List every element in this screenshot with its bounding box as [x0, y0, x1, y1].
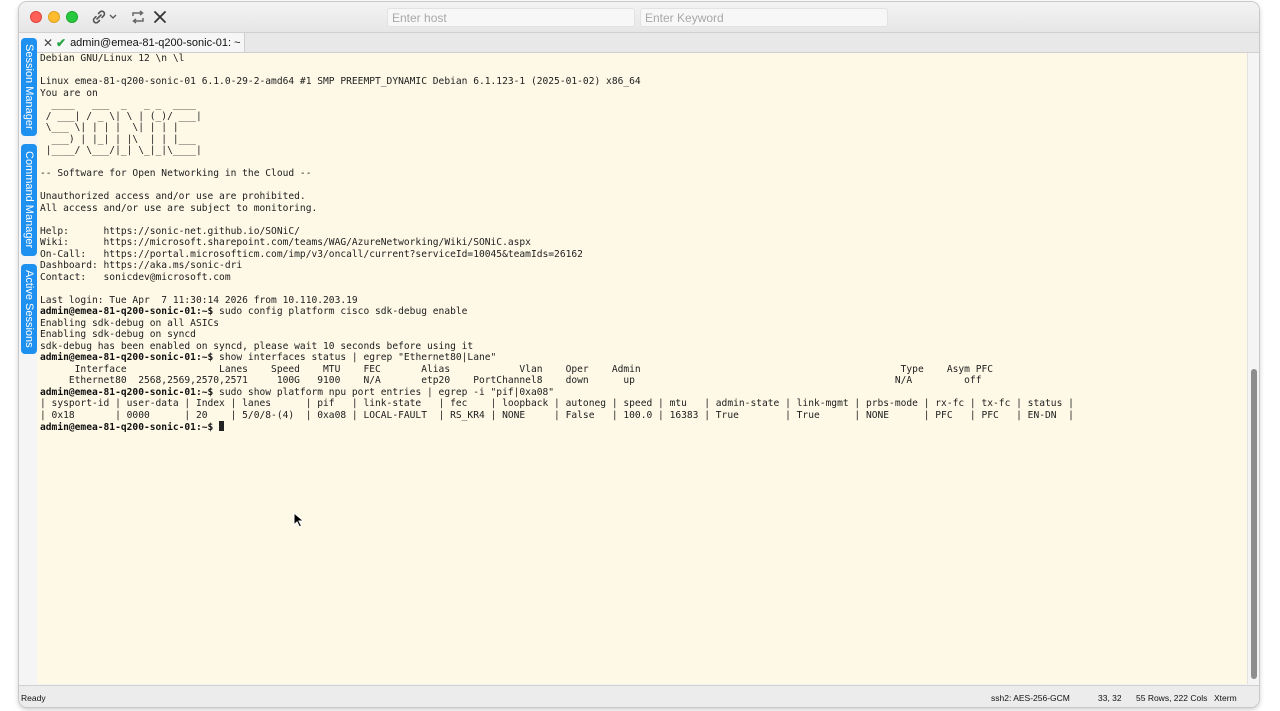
connected-check-icon: ✔	[56, 35, 67, 50]
keyword-input[interactable]	[640, 8, 888, 27]
shell-prompt: admin@emea-81-q200-sonic-01:~$	[40, 386, 214, 398]
command-line: admin@emea-81-q200-sonic-01:~$ show inte…	[40, 352, 1074, 364]
terminal-scrollbar[interactable]	[1247, 53, 1259, 684]
shell-prompt: admin@emea-81-q200-sonic-01:~$	[40, 306, 214, 317]
output-line: sdk-debug has been enabled on syncd, ple…	[40, 341, 1074, 353]
terminal-line: On-Call: https://portal.microsofticm.com…	[40, 248, 583, 260]
output-line: | 0x18 | 0000 | 20 | 5/0/8-(4) | 0xa08 |…	[40, 410, 1074, 422]
terminal-line: Contact: sonicdev@microsoft.com	[40, 271, 231, 283]
command-line: admin@emea-81-q200-sonic-01:~$	[40, 421, 1074, 433]
status-cursor-position: 33, 32	[1098, 693, 1122, 703]
status-terminal-size: 55 Rows, 222 Cols	[1136, 693, 1208, 703]
output-line: Ethernet80 2568,2569,2570,2571 100G 9100…	[40, 375, 1074, 387]
text-cursor	[219, 421, 225, 431]
status-terminal-type: Xterm	[1214, 693, 1237, 703]
screen: Session Manager Command Manager Active S…	[0, 0, 1280, 711]
side-tab-command-manager[interactable]: Command Manager	[21, 144, 37, 256]
close-window-button[interactable]	[30, 11, 42, 23]
host-input[interactable]	[387, 8, 635, 27]
command-text: show interfaces status | egrep "Ethernet…	[213, 352, 497, 363]
output-line: Enabling sdk-debug on syncd	[40, 329, 1074, 341]
title-bar	[19, 2, 1259, 33]
output-text: sdk-debug has been enabled on syncd, ple…	[40, 340, 474, 352]
mouse-pointer-icon	[293, 512, 305, 528]
close-tab-icon[interactable]: ✕	[42, 36, 54, 50]
side-tab-label: Session Manager	[23, 44, 35, 130]
output-text: | sysport-id | user-data | Index | lanes…	[40, 398, 1074, 409]
output-text: Enabling sdk-debug on syncd	[40, 329, 196, 340]
minimize-window-button[interactable]	[48, 11, 60, 23]
side-tab-label: Command Manager	[23, 151, 35, 249]
status-ready: Ready	[21, 693, 46, 703]
shell-prompt: admin@emea-81-q200-sonic-01:~$	[40, 352, 214, 363]
terminal-line: Dashboard: https://aka.ms/sonic-dri	[40, 260, 243, 271]
terminal-line: You are on	[40, 87, 98, 99]
terminal-line: Wiki: https://microsoft.sharepoint.com/t…	[40, 237, 531, 248]
chevron-down-icon	[109, 14, 117, 19]
link-menu-button[interactable]	[89, 7, 119, 27]
terminal-line: Linux emea-81-q200-sonic-01 6.1.0-29-2-a…	[40, 76, 641, 87]
output-text: Ethernet80 2568,2569,2570,2571 100G 9100…	[40, 375, 982, 386]
side-tab-label: Active Sessions	[23, 270, 35, 348]
output-text: | 0x18 | 0000 | 20 | 5/0/8-(4) | 0xa08 |…	[40, 409, 1074, 421]
terminal-line: ___) | |_| | |\ | | |___	[40, 133, 196, 145]
status-cipher: ssh2: AES-256-GCM	[991, 693, 1070, 703]
reconnect-icon	[132, 10, 144, 24]
terminal-line: / ___| / _ \| \ | (_)/ ___|	[40, 110, 202, 122]
disconnect-button[interactable]	[151, 7, 169, 27]
output-text: Interface Lanes Speed MTU FEC Alias Vlan…	[40, 363, 994, 375]
terminal-line: Debian GNU/Linux 12 \n \l	[40, 53, 185, 64]
terminal-line: Unauthorized access and/or use are prohi…	[40, 191, 306, 202]
session-tab-title: admin@emea-81-q200-sonic-01: ~	[70, 36, 241, 49]
command-line: admin@emea-81-q200-sonic-01:~$ sudo show…	[40, 387, 1074, 399]
command-line: admin@emea-81-q200-sonic-01:~$ sudo conf…	[40, 306, 1074, 318]
link-icon	[92, 10, 106, 24]
status-bar: Ready ssh2: AES-256-GCM 33, 32 55 Rows, …	[19, 685, 1259, 707]
terminal-line: -- Software for Open Networking in the C…	[40, 168, 312, 179]
output-line: Interface Lanes Speed MTU FEC Alias Vlan…	[40, 364, 1074, 376]
close-icon	[154, 11, 166, 23]
terminal-output[interactable]: Debian GNU/Linux 12 \n \l Linux emea-81-q…	[37, 53, 1247, 684]
terminal-window: Session Manager Command Manager Active S…	[19, 2, 1259, 707]
side-tab-session-manager[interactable]: Session Manager	[21, 38, 37, 136]
terminal-line: All access and/or use are subject to mon…	[40, 202, 318, 214]
terminal-line: \___ \| | | | \| | | |	[40, 122, 179, 133]
terminal-line: Last login: Tue Apr 7 11:30:14 2026 from…	[40, 294, 358, 306]
terminal-line: ____ ___ _ _ _ ____	[40, 99, 196, 110]
maximize-window-button[interactable]	[66, 11, 78, 23]
shell-prompt: admin@emea-81-q200-sonic-01:~$	[40, 422, 214, 433]
terminal-line: |____/ \___/|_| \_|_|\____|	[40, 145, 202, 156]
terminal-line: Help: https://sonic-net.github.io/SONiC/	[40, 225, 300, 237]
command-text: sudo show platform npu port entries | eg…	[213, 386, 555, 398]
terminal-lines: Debian GNU/Linux 12 \n \l Linux emea-81-q…	[40, 53, 1074, 433]
scrollbar-thumb[interactable]	[1251, 369, 1257, 679]
output-line: | sysport-id | user-data | Index | lanes…	[40, 398, 1074, 410]
side-tab-active-sessions[interactable]: Active Sessions	[21, 264, 37, 354]
reconnect-button[interactable]	[129, 7, 147, 27]
session-tab[interactable]: ✕ ✔ admin@emea-81-q200-sonic-01: ~	[37, 33, 245, 52]
output-line: Enabling sdk-debug on all ASICs	[40, 318, 1074, 330]
output-text: Enabling sdk-debug on all ASICs	[40, 317, 220, 329]
command-text: sudo config platform cisco sdk-debug ena…	[213, 306, 468, 317]
session-tab-bar: ✕ ✔ admin@emea-81-q200-sonic-01: ~	[37, 33, 1259, 53]
